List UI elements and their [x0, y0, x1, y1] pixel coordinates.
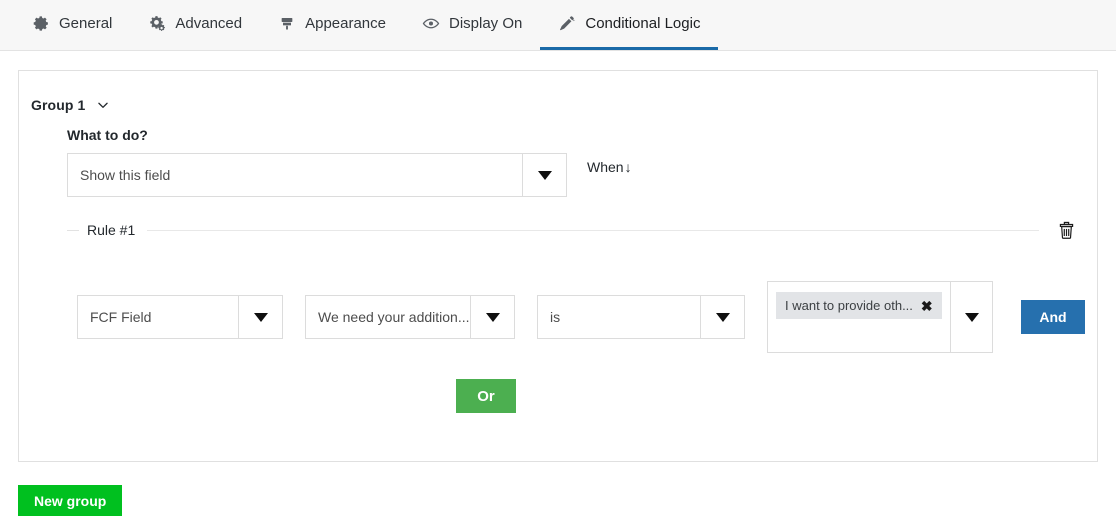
action-row: Show this field When ↓	[67, 153, 1085, 197]
tab-general-label: General	[59, 15, 113, 32]
tab-advanced-label: Advanced	[175, 15, 243, 32]
magic-wand-icon	[558, 15, 576, 33]
rule-field-select-value: FCF Field	[90, 309, 152, 325]
rule-value-chip-label: I want to provide oth...	[785, 298, 913, 313]
tab-general[interactable]: General	[14, 0, 130, 50]
gear-icon	[32, 15, 50, 33]
group-header: Group 1	[19, 71, 1097, 113]
rule-value-multiselect-arrow-icon[interactable]	[949, 282, 994, 352]
rule-operator-select-value: is	[550, 309, 561, 325]
tab-advanced[interactable]: Advanced	[130, 0, 260, 50]
rule-block: Rule #1 FCF Field We need your addition.…	[67, 221, 1085, 413]
action-select-arrow-icon[interactable]	[522, 154, 566, 196]
rule-subfield-select-arrow-icon[interactable]	[470, 296, 514, 338]
gears-icon	[148, 15, 166, 33]
rule-value-chip-area: I want to provide oth... ✖	[768, 282, 950, 352]
or-button[interactable]: Or	[456, 379, 516, 413]
rule-legend-row: Rule #1	[67, 221, 1085, 239]
eye-icon	[422, 15, 440, 33]
trash-icon[interactable]	[1051, 215, 1081, 245]
rule-field-select[interactable]: FCF Field	[77, 295, 283, 339]
action-select[interactable]: Show this field	[67, 153, 567, 197]
brush-icon	[278, 15, 296, 33]
group-title: Group 1	[31, 97, 86, 113]
or-button-row: Or	[67, 353, 905, 413]
close-icon[interactable]: ✖	[921, 299, 933, 313]
rule-value-chip[interactable]: I want to provide oth... ✖	[776, 292, 942, 319]
chevron-down-icon[interactable]	[95, 97, 111, 113]
tab-appearance-label: Appearance	[305, 15, 386, 32]
tab-display-on-label: Display On	[449, 15, 523, 32]
tab-bar: General Advanced Appearance Display On C…	[0, 0, 1116, 51]
when-text: When	[587, 159, 624, 175]
rule-divider-line	[147, 229, 1039, 231]
rule-subfield-select-value: We need your addition...	[318, 309, 470, 325]
and-button[interactable]: And	[1021, 300, 1085, 334]
rule-value-multiselect[interactable]: I want to provide oth... ✖	[767, 281, 993, 353]
rule-operator-select[interactable]: is	[537, 295, 745, 339]
when-label: When ↓	[587, 153, 632, 175]
tab-display-on[interactable]: Display On	[404, 0, 540, 50]
group-body: What to do? Show this field When ↓ Rule …	[19, 127, 1097, 413]
action-select-value: Show this field	[80, 167, 171, 183]
rule-field-select-arrow-icon[interactable]	[238, 296, 282, 338]
tab-conditional-logic-label: Conditional Logic	[585, 15, 701, 32]
rule-operator-select-arrow-icon[interactable]	[700, 296, 744, 338]
rule-legend-dash	[67, 229, 79, 231]
tab-conditional-logic[interactable]: Conditional Logic	[540, 0, 719, 50]
new-group-button[interactable]: New group	[18, 485, 123, 516]
arrow-down-icon: ↓	[624, 159, 632, 175]
rule-legend-label: Rule #1	[87, 222, 136, 238]
rule-row: FCF Field We need your addition... is I …	[67, 239, 1085, 353]
what-to-do-label: What to do?	[67, 127, 148, 143]
tab-appearance[interactable]: Appearance	[260, 0, 404, 50]
rule-subfield-select[interactable]: We need your addition...	[305, 295, 515, 339]
conditional-logic-panel: Group 1 What to do? Show this field When…	[18, 70, 1098, 462]
